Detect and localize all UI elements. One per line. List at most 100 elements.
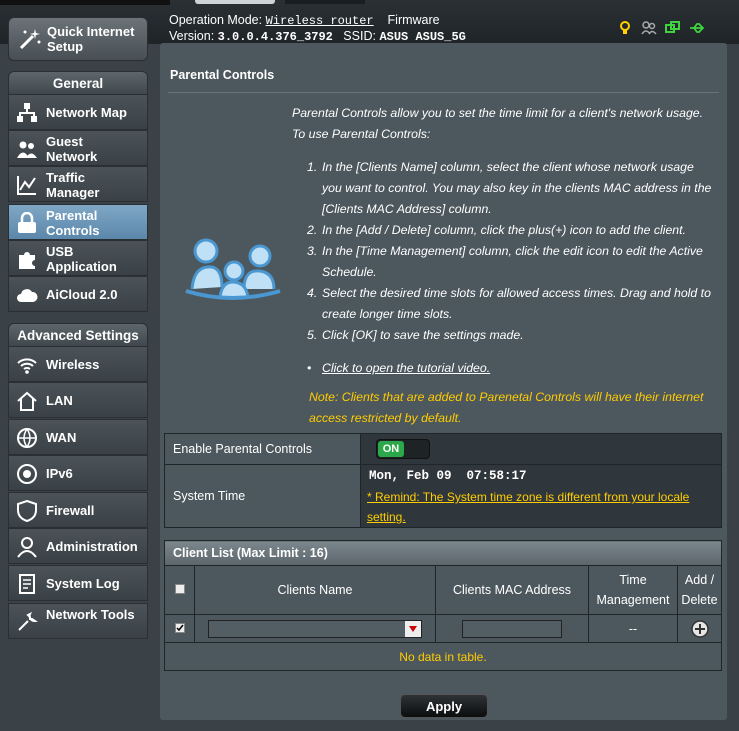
system-time-label: System Time bbox=[164, 464, 361, 528]
clients-name-header: Clients Name bbox=[194, 565, 436, 615]
sidebar-item-label: LAN bbox=[46, 393, 73, 408]
usb-icon[interactable] bbox=[689, 20, 705, 36]
sidebar-item-label: Wireless bbox=[46, 357, 100, 372]
sidebar-item-label: Guest Network bbox=[46, 134, 98, 164]
traffic-manager-icon bbox=[16, 174, 38, 196]
sidebar-item-wireless[interactable]: Wireless bbox=[8, 346, 148, 382]
operation-mode-link[interactable]: Wireless router bbox=[266, 14, 374, 28]
tutorial-video-link[interactable]: Click to open the tutorial video. bbox=[322, 358, 490, 379]
page-title: Parental Controls bbox=[170, 68, 275, 82]
sidebar-item-wan[interactable]: WAN bbox=[8, 419, 148, 455]
step-text: In the [Clients Name] column, select the… bbox=[322, 160, 712, 216]
add-client-icon[interactable] bbox=[690, 619, 709, 638]
step-text: Select the desired time slots for allowe… bbox=[322, 286, 711, 321]
sidebar-item-firewall[interactable]: Firewall bbox=[8, 492, 148, 528]
top-tabs bbox=[175, 0, 375, 5]
quick-internet-setup-button[interactable]: Quick Internet Setup bbox=[8, 17, 148, 61]
intro-text-2: To use Parental Controls: bbox=[292, 127, 431, 141]
client-list-title: Client List (Max Limit : 16) bbox=[164, 540, 722, 566]
sidebar-item-network-map[interactable]: Network Map bbox=[8, 94, 148, 130]
sidebar-item-traffic-manager[interactable]: Traffic Manager bbox=[8, 166, 148, 202]
sidebar-item-label: System Log bbox=[46, 576, 120, 591]
timezone-remind-link[interactable]: * Remind: The System time zone is differ… bbox=[367, 487, 707, 527]
users-icon[interactable] bbox=[641, 20, 657, 36]
version-value[interactable]: 3.0.0.4.376_3792 bbox=[218, 30, 333, 44]
sidebar-item-label: WAN bbox=[46, 430, 77, 445]
sidebar-item-label: Network Tools bbox=[46, 607, 135, 622]
general-section-header: General bbox=[8, 71, 148, 95]
row-checkbox[interactable] bbox=[174, 622, 185, 633]
sidebar-item-system-log[interactable]: System Log bbox=[8, 565, 148, 601]
settings-table: Enable Parental Controls ON System Time … bbox=[164, 433, 722, 528]
family-icon bbox=[182, 231, 282, 311]
row-checkbox-cell bbox=[164, 614, 195, 643]
content-panel: Parental Controls Parental Controls allo… bbox=[160, 43, 727, 720]
clients-mac-input[interactable] bbox=[462, 619, 562, 638]
apply-button[interactable]: Apply bbox=[400, 694, 488, 718]
clients-mac-cell bbox=[435, 614, 589, 643]
network-tools-icon bbox=[16, 611, 38, 633]
clients-mac-header: Clients MAC Address bbox=[435, 565, 589, 615]
step-text: In the [Time Management] column, click t… bbox=[322, 244, 703, 279]
ssid-label: SSID: bbox=[343, 29, 376, 43]
sidebar-item-label: Parental Controls bbox=[46, 208, 100, 238]
sidebar-item-guest-network[interactable]: Guest Network bbox=[8, 130, 148, 166]
sidebar-item-label: Traffic Manager bbox=[46, 170, 100, 200]
intro-text-1: Parental Controls allow you to set the t… bbox=[292, 106, 704, 120]
sidebar-item-label: Firewall bbox=[46, 503, 95, 518]
advanced-settings-section-header: Advanced Settings bbox=[8, 323, 148, 347]
system-time-value: Mon, Feb 09 07:58:17 bbox=[369, 469, 527, 483]
select-all-checkbox[interactable] bbox=[174, 584, 185, 594]
add-cell bbox=[677, 614, 722, 643]
sidebar-item-parental-controls[interactable]: Parental Controls bbox=[8, 204, 148, 240]
wan-icon bbox=[16, 427, 38, 449]
step-number: 5. bbox=[307, 328, 318, 342]
status-icons bbox=[617, 18, 705, 38]
sidebar-item-lan[interactable]: LAN bbox=[8, 382, 148, 418]
sidebar-item-label: USB Application bbox=[46, 244, 117, 274]
sidebar-item-ipv6[interactable]: IPv6 bbox=[8, 455, 148, 491]
lightbulb-icon[interactable] bbox=[617, 20, 633, 36]
parental-controls-toggle[interactable]: ON bbox=[376, 439, 430, 459]
sidebar-item-network-tools[interactable]: Network Tools bbox=[8, 603, 148, 639]
wand-icon bbox=[17, 26, 43, 52]
ssid-value: ASUS ASUS_5G bbox=[379, 30, 466, 44]
sidebar-item-label: Administration bbox=[46, 539, 138, 554]
guest-network-icon bbox=[16, 138, 38, 160]
ipv6-icon bbox=[16, 463, 38, 485]
time-management-header: Time Management bbox=[588, 565, 678, 615]
toggle-on-label: ON bbox=[378, 441, 404, 457]
step-number: 2. bbox=[307, 223, 318, 237]
title-divider bbox=[168, 92, 719, 93]
network-status-icon[interactable] bbox=[665, 20, 681, 36]
sidebar-item-usb-application[interactable]: USB Application bbox=[8, 240, 148, 276]
version-label: Version: bbox=[169, 29, 215, 43]
parental-controls-icon bbox=[16, 211, 38, 234]
step-text: Click [OK] to save the settings made. bbox=[322, 328, 524, 342]
operation-mode-label: Operation Mode: bbox=[169, 13, 263, 27]
note-text: Note: Clients that are added to Pareneta… bbox=[309, 390, 704, 425]
operation-mode-line: Operation Mode: Wireless router Firmware bbox=[169, 13, 440, 28]
time-management-cell: -- bbox=[588, 614, 678, 643]
sidebar-item-administration[interactable]: Administration bbox=[8, 528, 148, 564]
lan-icon bbox=[16, 390, 38, 412]
aicloud-icon bbox=[16, 284, 38, 306]
enable-parental-controls-label: Enable Parental Controls bbox=[164, 433, 361, 465]
step-number: 1. bbox=[307, 160, 318, 174]
step-number: 4. bbox=[307, 286, 318, 300]
top-tab-1[interactable] bbox=[195, 0, 275, 4]
bullet: • bbox=[307, 361, 312, 375]
system-log-icon bbox=[16, 573, 38, 595]
quick-internet-setup-label: Quick Internet Setup bbox=[47, 24, 135, 54]
firewall-icon bbox=[16, 499, 38, 523]
step-text: In the [Add / Delete] column, click the … bbox=[322, 223, 686, 237]
sidebar-item-aicloud[interactable]: AiCloud 2.0 bbox=[8, 276, 148, 312]
clients-name-select[interactable] bbox=[208, 619, 422, 638]
enable-parental-controls-cell: ON bbox=[360, 433, 722, 465]
dropdown-arrow-icon[interactable] bbox=[405, 620, 421, 637]
wireless-icon bbox=[16, 354, 38, 376]
administration-icon bbox=[16, 536, 38, 558]
top-tab-2[interactable] bbox=[285, 0, 365, 4]
client-list-table: Client List (Max Limit : 16) Clients Nam… bbox=[164, 540, 722, 671]
sidebar-item-label: Network Map bbox=[46, 105, 127, 120]
